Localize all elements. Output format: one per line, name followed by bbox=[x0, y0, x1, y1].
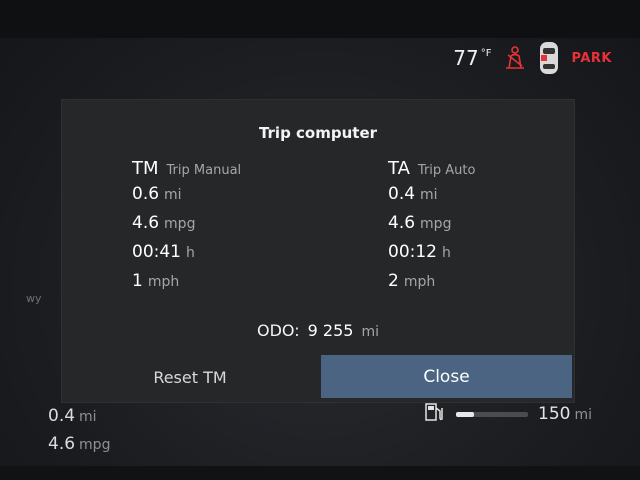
trip-auto-code: TA bbox=[388, 158, 410, 179]
unit: mi bbox=[420, 187, 438, 203]
bottom-strip bbox=[0, 466, 640, 480]
unit: h bbox=[442, 245, 451, 261]
status-row: 77 °F PARK bbox=[453, 38, 612, 78]
trip-manual-economy: 4.6 mpg bbox=[132, 213, 241, 242]
odometer-value: 9 255 bbox=[307, 321, 354, 340]
value: 4.6 bbox=[48, 434, 76, 454]
trip-manual-distance: 0.6 mi bbox=[132, 184, 241, 213]
cluster-economy: 4.6 mpg bbox=[48, 434, 110, 462]
trip-manual-column: TM Trip Manual 0.6 mi 4.6 mpg 00:41 h 1 … bbox=[132, 158, 241, 300]
unit: mph bbox=[403, 274, 436, 290]
cluster-distance: 0.4 mi bbox=[48, 406, 110, 434]
value: 00:12 bbox=[388, 242, 437, 262]
range-value: 150 bbox=[538, 404, 571, 424]
trip-manual-speed: 1 mph bbox=[132, 271, 241, 300]
fuel-pump-icon bbox=[424, 402, 446, 426]
unit: mpg bbox=[420, 216, 452, 232]
trip-auto-time: 00:12 h bbox=[388, 242, 475, 271]
instrument-display: 77 °F PARK wy Trip computer TM Trip Manu… bbox=[0, 0, 640, 480]
trip-auto-speed: 2 mph bbox=[388, 271, 475, 300]
odometer-unit: mi bbox=[361, 324, 379, 340]
close-button[interactable]: Close bbox=[321, 355, 572, 398]
trip-computer-dialog: Trip computer TM Trip Manual 0.6 mi 4.6 … bbox=[62, 100, 574, 402]
dialog-title: Trip computer bbox=[258, 124, 378, 142]
unit: mi bbox=[164, 187, 182, 203]
odometer: ODO: 9 255 mi bbox=[62, 321, 574, 340]
fuel-level-fill bbox=[456, 411, 475, 417]
outside-temperature: 77 °F bbox=[453, 46, 491, 70]
fuel-range: 150 mi bbox=[424, 400, 592, 428]
unit: mph bbox=[147, 274, 180, 290]
temperature-value: 77 bbox=[453, 46, 479, 70]
odometer-label: ODO: bbox=[257, 321, 300, 340]
value: 1 bbox=[132, 271, 143, 291]
temperature-unit: °F bbox=[480, 48, 492, 59]
trip-auto-column: TA Trip Auto 0.4 mi 4.6 mpg 00:12 h 2 mp… bbox=[388, 158, 475, 300]
cluster-trip-summary: 0.4 mi 4.6 mpg bbox=[48, 406, 110, 462]
trip-manual-code: TM bbox=[132, 158, 159, 179]
value: 0.6 bbox=[132, 184, 160, 204]
fuel-level-bar bbox=[456, 411, 529, 417]
range-text: 150 mi bbox=[538, 404, 592, 424]
top-bar bbox=[0, 0, 640, 38]
value: 0.4 bbox=[388, 184, 416, 204]
value: 4.6 bbox=[388, 213, 416, 233]
gear-indicator: PARK bbox=[571, 50, 612, 66]
trip-manual-name: Trip Manual bbox=[166, 163, 242, 178]
unit: mpg bbox=[79, 437, 111, 453]
trip-manual-header: TM Trip Manual bbox=[132, 158, 241, 184]
value: 2 bbox=[388, 271, 399, 291]
trip-auto-header: TA Trip Auto bbox=[388, 158, 475, 184]
value: 00:41 bbox=[132, 242, 181, 262]
seatbelt-warning-icon bbox=[504, 46, 526, 70]
range-unit: mi bbox=[574, 407, 592, 423]
unit: mpg bbox=[164, 216, 196, 232]
value: 4.6 bbox=[132, 213, 160, 233]
unit: mi bbox=[79, 409, 97, 425]
unit: h bbox=[186, 245, 195, 261]
trip-auto-distance: 0.4 mi bbox=[388, 184, 475, 213]
value: 0.4 bbox=[48, 406, 76, 426]
trip-manual-time: 00:41 h bbox=[132, 242, 241, 271]
reset-tm-button[interactable]: Reset TM bbox=[62, 356, 318, 398]
trip-auto-economy: 4.6 mpg bbox=[388, 213, 475, 242]
background-side-label: wy bbox=[26, 292, 42, 305]
car-top-view-icon bbox=[538, 40, 560, 76]
trip-auto-name: Trip Auto bbox=[417, 163, 476, 178]
